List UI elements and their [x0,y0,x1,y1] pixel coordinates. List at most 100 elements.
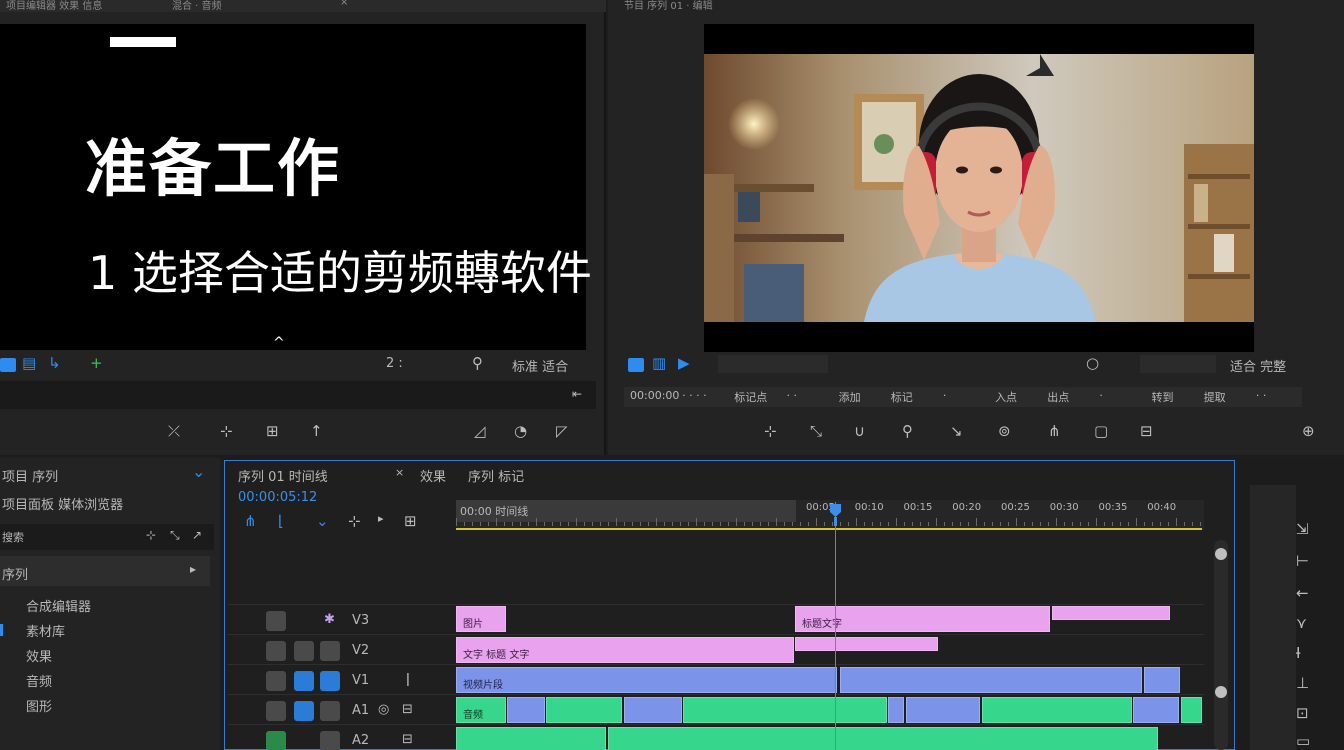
export-frame-icon[interactable]: ◸ [556,422,568,440]
ruler-item[interactable]: · [1099,389,1103,402]
timeline-timecode[interactable]: 00:00:05:12 [238,490,317,505]
search-icon[interactable]: ⚲ [902,422,913,440]
playhead-line[interactable] [835,502,836,750]
safe-margin-icon[interactable]: ▢ [1094,422,1108,440]
slip-icon[interactable]: ↘ [950,422,963,440]
track-select-icon[interactable]: ⊢ [1296,552,1309,570]
filter-icon[interactable]: ⊹ [146,528,156,542]
track-sync-button[interactable] [294,701,314,721]
play-icon[interactable]: ⊞ [266,422,279,440]
magnify-icon[interactable]: ⚲ [472,354,483,372]
insert-icon[interactable]: ◿ [474,422,486,440]
section-arrow-icon[interactable]: ▸ [190,562,196,576]
project-section-row[interactable]: 序列 ▸ [0,556,210,586]
program-timecode-field[interactable] [718,355,828,373]
trim-icon[interactable]: ⋔ [1048,422,1061,440]
wrench-icon[interactable]: ⊞ [404,512,417,530]
close-icon[interactable]: × [340,0,348,8]
work-area-bar[interactable] [456,528,1202,530]
clip-a1[interactable] [888,697,904,723]
hand-tool-icon[interactable]: ⊡ [1296,704,1309,722]
track-lock-button[interactable] [266,641,286,661]
track-name[interactable]: A1 [352,703,369,718]
mark-in-icon[interactable]: ⤫ [168,422,180,440]
type-tool-icon[interactable]: ▭ [1296,732,1310,750]
track-sync-button[interactable] [294,641,314,661]
clip-a2[interactable] [608,727,1158,750]
track-name[interactable]: V1 [352,673,369,688]
add-icon[interactable]: + [90,354,103,372]
clip-v2[interactable]: 文字 标题 文字 [456,637,794,663]
ruler-item[interactable]: 标记点 [734,389,767,405]
ruler-item[interactable]: 入点 [995,389,1017,405]
clip-v1[interactable] [840,667,1142,693]
clip-a1[interactable] [624,697,682,723]
timeline-vertical-scrollbar[interactable] [1214,540,1228,750]
new-bin-icon[interactable]: ↗ [192,528,202,542]
track-toggle-button[interactable] [320,731,340,750]
selection-tool-icon[interactable]: ⇲ [1296,520,1309,538]
step-forward-icon[interactable]: ↑ [310,422,323,440]
ruler-item[interactable]: 添加 [839,389,861,405]
project-header[interactable]: 项目 序列 [2,466,58,485]
ruler-item[interactable]: 转到 [1152,389,1174,405]
overwrite-icon[interactable]: ◔ [514,422,527,440]
chevron-down-icon[interactable]: ⌄ [192,462,205,481]
clip-a1[interactable] [683,697,887,723]
crosshair-icon[interactable]: ⊕ [1302,422,1315,440]
ruler-item[interactable]: 标记 [891,389,913,405]
source-tab-label-2[interactable]: 混合 · 音频 [172,0,222,12]
export-icon[interactable]: ⊟ [1140,422,1153,440]
source-tab-label[interactable]: 项目编辑器 效果 信息 [6,0,102,12]
clip-v3[interactable] [1052,606,1170,620]
timeline-tab[interactable]: 序列 标记 [468,466,524,485]
clip-v1[interactable]: 视频片段 [456,667,837,693]
ruler-item[interactable]: · · [786,389,797,402]
clip-v1[interactable] [1144,667,1180,693]
track-toggle-button[interactable] [320,671,340,691]
program-settings-icon[interactable]: ○ [1086,354,1099,372]
slip-tool-icon[interactable]: Ɨ [1296,644,1300,662]
list-item[interactable]: 图形 [26,696,52,715]
program-tab-label[interactable]: 节目 序列 01 · 编辑 [624,0,713,12]
track-toggle-button[interactable] [320,641,340,661]
ruler-item[interactable]: 出点 [1047,389,1069,405]
source-scrub-bar[interactable]: ⇤ [0,381,596,409]
scrub-end-icon[interactable]: ⇤ [572,387,582,401]
program-video-frame[interactable] [704,24,1254,352]
mark-in-icon[interactable]: ⊹ [764,422,777,440]
clip-a1[interactable] [546,697,622,723]
clip-a1[interactable] [906,697,980,723]
program-play-icon[interactable]: ▶ [678,354,690,372]
razor-icon[interactable]: ⤡ [810,422,822,440]
source-layout-icon[interactable]: ▤ [22,354,36,372]
source-view-icon[interactable] [0,358,16,372]
program-ruler[interactable]: 00:00:00 · · · · 标记点 · · 添加 标记 · 入点 出点 · 转到 提取 · · [624,387,1302,407]
source-marker-icon[interactable]: ↳ [48,354,61,372]
list-item[interactable]: 效果 [26,646,52,665]
marker-add-icon[interactable]: ⌄ [316,512,329,530]
program-view-icon[interactable] [628,358,644,372]
razor-tool-icon[interactable]: ⋎ [1296,614,1307,632]
track-target-icon[interactable]: ✱ [324,612,335,627]
track-lock-button[interactable] [266,611,286,631]
source-zoom-readout[interactable]: 2 : [386,356,403,371]
clip-a1[interactable] [507,697,545,723]
clip-v3[interactable]: 图片 [456,606,506,632]
project-path[interactable]: 项目面板 媒体浏览器 [2,494,123,513]
step-back-icon[interactable]: ⊹ [220,422,233,440]
program-fit-label[interactable]: 适合 完整 [1230,356,1286,375]
playhead-handle[interactable] [829,502,842,526]
timeline-close-icon[interactable]: × [395,466,404,479]
program-layout-icon[interactable]: ▥ [652,354,666,372]
ruler-item[interactable]: · [943,389,947,402]
clip-a1[interactable] [1181,697,1202,723]
clip-v2[interactable] [795,637,938,651]
sort-icon[interactable]: ⤡ [170,528,180,543]
ruler-item[interactable]: 提取 [1204,389,1226,405]
lift-icon[interactable]: ∪ [854,422,865,440]
scroll-knob[interactable] [1215,686,1227,698]
track-lock-button[interactable] [266,701,286,721]
play-icon[interactable]: ▸ [378,512,384,525]
clip-a1[interactable] [982,697,1132,723]
